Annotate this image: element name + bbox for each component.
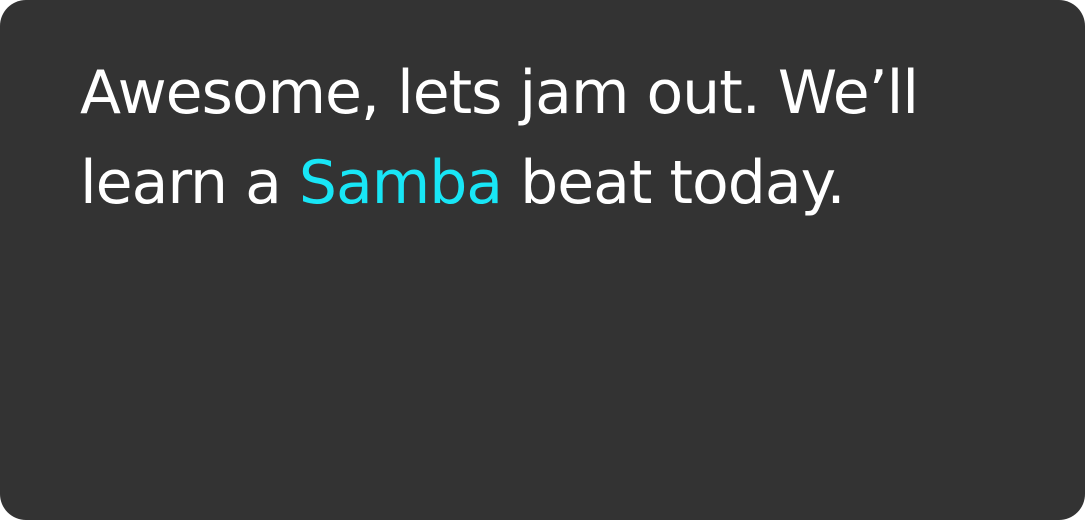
message-bubble: Awesome, lets jam out. We’ll learn a Sam… (0, 0, 1085, 520)
message-text-after: beat today. (502, 148, 845, 218)
message-text: Awesome, lets jam out. We’ll learn a Sam… (80, 48, 1000, 228)
highlighted-word: Samba (298, 148, 503, 218)
